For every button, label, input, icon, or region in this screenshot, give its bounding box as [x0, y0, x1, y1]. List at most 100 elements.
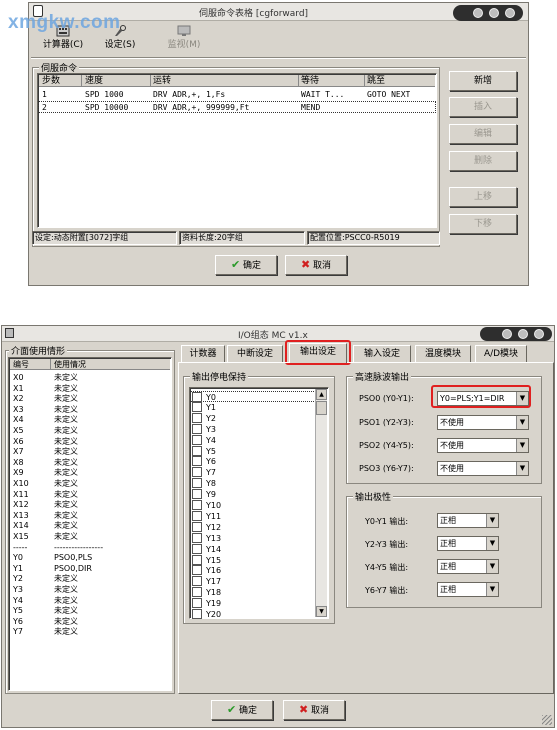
servo-command-window: 伺服命令表格 [cgforward] 计算器(C) 设定(S) 监视(M) 伺服… [28, 2, 529, 286]
hold-item[interactable]: Y12 [190, 521, 314, 533]
hold-item[interactable]: Y7 [190, 467, 314, 478]
usage-status: 未定义 [54, 468, 78, 478]
usage-row: X6 未定义 [10, 436, 170, 447]
hold-checkbox[interactable] [192, 434, 202, 445]
tab-output-settings[interactable]: 输出设定 [289, 343, 347, 363]
cancel-button[interactable]: ✖ 取消 [285, 255, 347, 275]
hold-item[interactable]: Y6 [190, 456, 314, 467]
hold-item[interactable]: Y19 [190, 598, 314, 609]
pso3-select[interactable]: 不使用 ▼ [437, 461, 529, 476]
tab-input-settings[interactable]: 输入设定 [353, 345, 411, 363]
polarity-y0-select[interactable]: 正相 ▼ [437, 513, 499, 528]
hold-item[interactable]: Y13 [190, 532, 314, 544]
usage-id: Y4 [13, 595, 23, 605]
tab-ad-module[interactable]: A/D模块 [475, 345, 527, 363]
hold-checkbox[interactable] [192, 609, 202, 619]
delete-button[interactable]: 删除 [449, 151, 517, 171]
hold-checkbox[interactable] [192, 401, 202, 412]
table-row-selected[interactable]: 2 SPD 10000 DRV ADR,+, 999999,Ft MEND [38, 101, 436, 113]
close-button[interactable] [505, 8, 515, 18]
ok-button[interactable]: ✔ 确定 [211, 700, 273, 720]
hold-item[interactable]: Y16 [190, 565, 314, 576]
minimize-button[interactable] [502, 329, 512, 339]
usage-row: X13 未定义 [10, 510, 170, 521]
minimize-button[interactable] [473, 8, 483, 18]
hold-checkbox[interactable] [192, 510, 202, 521]
move-down-button[interactable]: 下移 [449, 214, 517, 234]
hold-item[interactable]: Y20 [190, 609, 314, 620]
hold-item[interactable]: Y2 [190, 412, 314, 424]
table-row[interactable]: 1 SPD 1000 DRV ADR,+, 1,Fs WAIT T... GOT… [38, 89, 436, 101]
tab-temperature[interactable]: 温度模块 [415, 345, 471, 363]
hold-checkbox[interactable] [192, 565, 202, 576]
cancel-button[interactable]: ✖ 取消 [283, 700, 345, 720]
hold-checkbox[interactable] [192, 456, 202, 467]
hold-checkbox[interactable] [192, 478, 202, 489]
hold-checkbox[interactable] [192, 423, 202, 434]
hold-item[interactable]: Y18 [190, 587, 314, 598]
hold-checkbox[interactable] [192, 500, 202, 510]
hold-item[interactable]: Y1 [190, 401, 314, 413]
toolbar-monitor[interactable]: 监视(M) [159, 25, 209, 55]
hold-item[interactable]: Y15 [190, 554, 314, 566]
scroll-up-arrow[interactable]: ▲ [316, 389, 327, 400]
hold-checkbox[interactable] [192, 543, 202, 554]
hold-checkbox[interactable] [192, 576, 202, 587]
hold-item[interactable]: Y9 [190, 489, 314, 500]
hold-checkbox[interactable] [192, 392, 202, 402]
tab-counter[interactable]: 计数器 [181, 345, 225, 363]
add-button[interactable]: 新增 [449, 71, 517, 91]
hold-scrollbar[interactable]: ▲ ▼ [315, 389, 327, 617]
status-bar: 设定:动态附置[3072]字组 资料长度:20字组 配置位置:PSCC0-R50… [32, 231, 440, 245]
hold-checkbox[interactable] [192, 532, 202, 543]
hold-checkbox[interactable] [192, 598, 202, 609]
pso2-select[interactable]: 不使用 ▼ [437, 438, 529, 453]
edit-button[interactable]: 编辑 [449, 124, 517, 144]
hold-label: Y15 [206, 555, 222, 565]
move-up-button[interactable]: 上移 [449, 187, 517, 207]
hold-checkbox[interactable] [192, 554, 202, 565]
hold-item[interactable]: Y4 [190, 434, 314, 446]
scroll-down-arrow[interactable]: ▼ [316, 606, 327, 617]
hold-checkbox[interactable] [192, 467, 202, 478]
hold-item[interactable]: Y5 [190, 445, 314, 457]
maximize-button[interactable] [489, 8, 499, 18]
polarity-y6-select[interactable]: 正相 ▼ [437, 582, 499, 597]
usage-row: Y5 未定义 [10, 605, 170, 616]
chevron-down-icon: ▼ [486, 537, 498, 550]
hold-checkbox[interactable] [192, 587, 202, 598]
hold-checkbox[interactable] [192, 489, 202, 500]
hold-checkbox[interactable] [192, 521, 202, 532]
insert-button[interactable]: 插入 [449, 97, 517, 117]
hold-label: Y20 [206, 610, 222, 619]
usage-status: 未定义 [54, 595, 78, 605]
usage-status: 未定义 [54, 574, 78, 584]
hold-item[interactable]: Y3 [190, 423, 314, 435]
hold-item[interactable]: Y0 [190, 391, 314, 402]
hold-item[interactable]: Y11 [190, 510, 314, 522]
hold-item[interactable]: Y10 [190, 500, 314, 511]
hold-item[interactable]: Y8 [190, 478, 314, 489]
scroll-thumb[interactable] [316, 401, 327, 415]
usage-row: Y6 未定义 [10, 616, 170, 627]
hold-checkbox[interactable] [192, 412, 202, 423]
polarity-y6-label: Y6-Y7 输出: [365, 586, 409, 595]
hold-checkbox[interactable] [192, 445, 202, 456]
polarity-y4-select[interactable]: 正相 ▼ [437, 559, 499, 574]
hold-label: Y11 [206, 511, 222, 521]
hold-label: Y2 [206, 413, 216, 423]
polarity-y2-select[interactable]: 正相 ▼ [437, 536, 499, 551]
hold-item[interactable]: Y14 [190, 543, 314, 555]
pso1-select[interactable]: 不使用 ▼ [437, 415, 529, 430]
usage-row: ----- ----------------- [10, 542, 170, 553]
resize-grip-icon[interactable] [542, 715, 552, 725]
usage-row: X5 未定义 [10, 425, 170, 436]
usage-row: X1 未定义 [10, 383, 170, 394]
maximize-button[interactable] [518, 329, 528, 339]
hold-item[interactable]: Y17 [190, 576, 314, 587]
usage-row: X3 未定义 [10, 404, 170, 415]
usage-status: 未定义 [54, 627, 78, 637]
close-button[interactable] [534, 329, 544, 339]
tab-interrupt[interactable]: 中断设定 [227, 345, 283, 363]
ok-button[interactable]: ✔ 确定 [215, 255, 277, 275]
